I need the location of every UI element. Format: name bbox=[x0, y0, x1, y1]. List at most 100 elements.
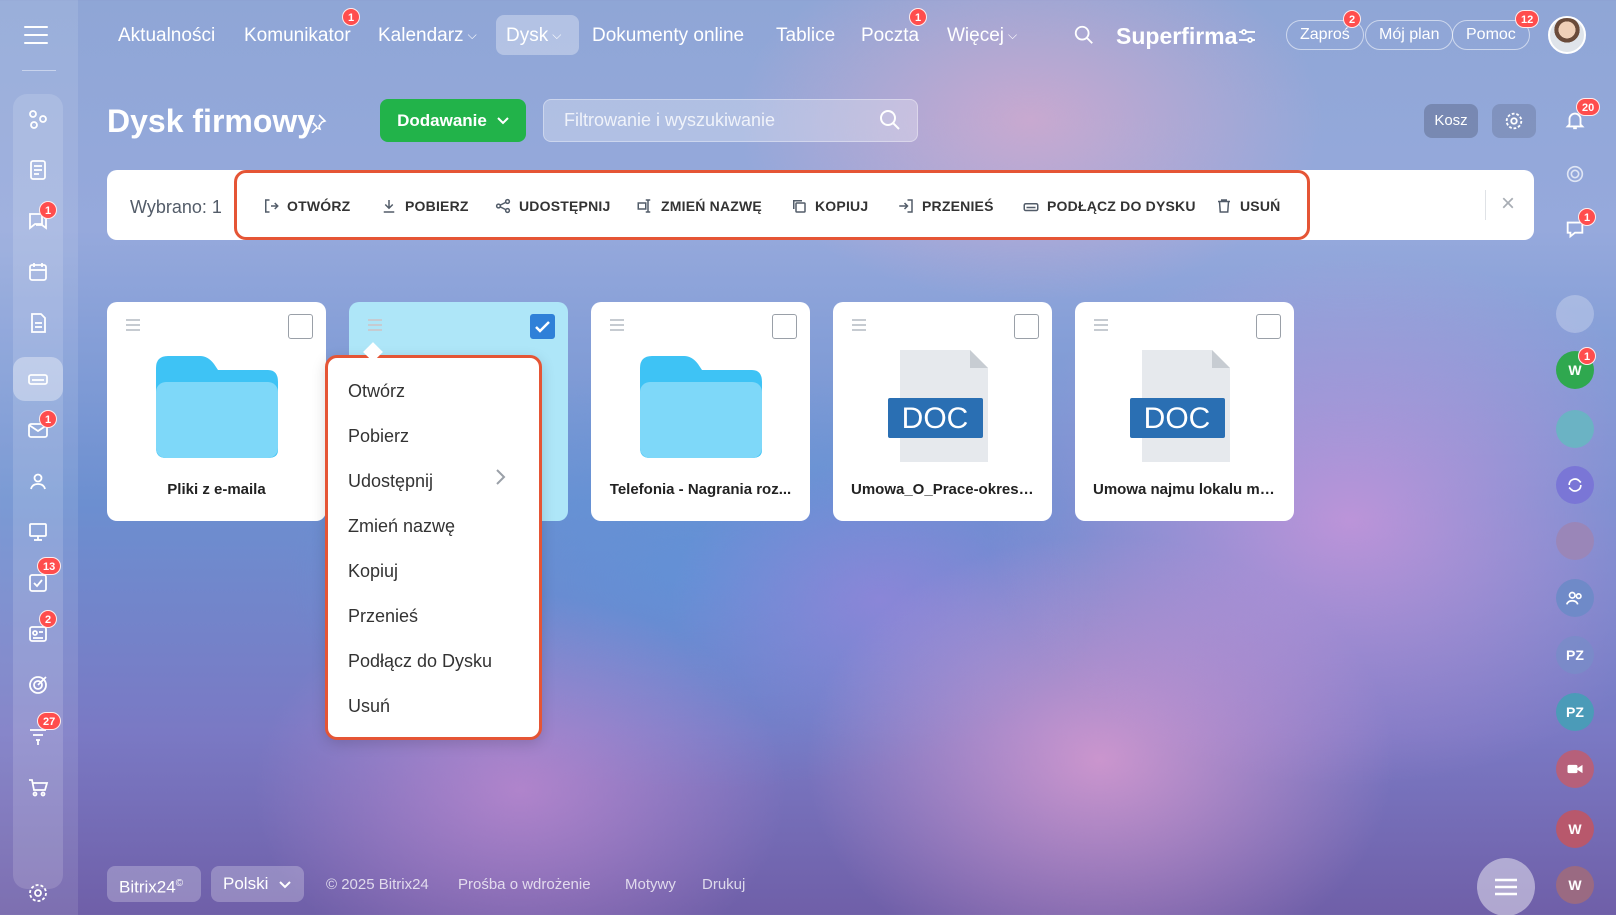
right-item-faded[interactable] bbox=[1556, 295, 1594, 333]
language-select[interactable]: Polski bbox=[211, 866, 304, 902]
tile-checkbox-checked[interactable] bbox=[530, 314, 555, 339]
search-icon[interactable] bbox=[878, 108, 902, 132]
topnav-messenger[interactable]: Komunikator 1 bbox=[244, 8, 361, 50]
trash-button[interactable]: Kosz bbox=[1424, 104, 1478, 138]
users-icon bbox=[30, 473, 46, 490]
menu-item-move[interactable]: Przenieś bbox=[348, 602, 418, 630]
invite-button[interactable]: Zaproś 2 bbox=[1286, 10, 1364, 50]
right-avatar-pz-2[interactable]: PZ bbox=[1556, 693, 1594, 731]
tile-checkbox[interactable] bbox=[1014, 314, 1039, 339]
topnav-boards[interactable]: Tablice bbox=[776, 22, 835, 50]
drag-handle-icon[interactable] bbox=[368, 319, 382, 331]
notifications-button[interactable]: 20 bbox=[1556, 98, 1601, 139]
right-avatar-pz[interactable]: PZ bbox=[1556, 636, 1594, 674]
file-name[interactable]: Umowa najmu lokalu mi... bbox=[1075, 481, 1294, 498]
footer-copyright: © 2025 Bitrix24 bbox=[326, 876, 429, 893]
right-avatar-landscape[interactable] bbox=[1556, 522, 1594, 560]
sidebar-item-calendar[interactable] bbox=[13, 250, 63, 294]
file-name[interactable]: Umowa_O_Prace-okres-p... bbox=[833, 481, 1052, 498]
sidebar-item-chat[interactable]: 1 bbox=[13, 199, 63, 243]
footer-link-print[interactable]: Drukuj bbox=[702, 876, 745, 893]
pin-icon[interactable] bbox=[307, 113, 327, 133]
tile-checkbox[interactable] bbox=[288, 314, 313, 339]
file-tile[interactable]: DOC Umowa_O_Prace-okres-p... bbox=[833, 302, 1052, 521]
mail-badge: 1 bbox=[39, 410, 58, 428]
right-item-sync[interactable] bbox=[1556, 466, 1594, 504]
topnav-calendar[interactable]: Kalendarz ⌵ bbox=[378, 22, 477, 50]
topnav-more[interactable]: Więcej ⌵ bbox=[947, 22, 1017, 50]
my-plan-button[interactable]: Mój plan bbox=[1365, 20, 1454, 50]
floating-chat-button[interactable] bbox=[1477, 858, 1535, 915]
menu-item-rename[interactable]: Zmień nazwę bbox=[348, 512, 455, 540]
company-name[interactable]: Superfirma bbox=[1116, 18, 1237, 54]
right-item-chats[interactable]: 1 bbox=[1556, 208, 1597, 248]
sidebar-item-news[interactable] bbox=[13, 148, 63, 192]
sidebar-item-tasks[interactable]: 13 bbox=[13, 557, 63, 605]
topnav-online-docs[interactable]: Dokumenty online bbox=[592, 22, 744, 50]
tile-checkbox[interactable] bbox=[1256, 314, 1281, 339]
sidebar-item-shop[interactable] bbox=[13, 765, 63, 809]
tile-checkbox[interactable] bbox=[772, 314, 797, 339]
footer-brand-button[interactable]: Bitrix24© bbox=[107, 866, 201, 902]
filter-search-input[interactable]: Filtrowanie i wyszukiwanie bbox=[543, 99, 918, 142]
action-connect-drive[interactable]: PODŁĄCZ DO DYSKU bbox=[1022, 196, 1196, 216]
file-tile[interactable]: DOC Umowa najmu lokalu mi... bbox=[1075, 302, 1294, 521]
right-item-video[interactable] bbox=[1556, 750, 1594, 788]
footer-link-themes[interactable]: Motywy bbox=[625, 876, 676, 893]
tune-icon[interactable] bbox=[1238, 28, 1256, 44]
copy-icon bbox=[793, 200, 806, 213]
action-move[interactable]: PRZENIEŚ bbox=[897, 196, 994, 216]
menu-item-delete[interactable]: Usuń bbox=[348, 692, 390, 720]
drag-handle-icon[interactable] bbox=[126, 319, 140, 331]
action-delete[interactable]: USUŃ bbox=[1215, 196, 1280, 216]
menu-item-open[interactable]: Otwórz bbox=[348, 377, 405, 405]
action-copy[interactable]: KOPIUJ bbox=[790, 196, 868, 216]
action-rename[interactable]: ZMIEŃ NAZWĘ bbox=[636, 196, 762, 216]
right-item-target[interactable] bbox=[1556, 155, 1594, 193]
action-download[interactable]: POBIERZ bbox=[380, 196, 469, 216]
topnav-drive[interactable]: Dysk ⌵ bbox=[506, 22, 561, 50]
search-icon[interactable] bbox=[1073, 24, 1095, 46]
sidebar-item-drive[interactable] bbox=[13, 357, 63, 401]
action-open[interactable]: OTWÓRZ bbox=[262, 196, 350, 216]
sidebar-item-feed[interactable] bbox=[13, 97, 63, 141]
sidebar-item-projects[interactable] bbox=[13, 510, 63, 554]
user-avatar[interactable] bbox=[1548, 16, 1586, 54]
action-open-label: OTWÓRZ bbox=[287, 198, 351, 214]
drag-handle-icon[interactable] bbox=[852, 319, 866, 331]
right-avatar-photo[interactable] bbox=[1556, 410, 1594, 448]
file-name[interactable]: Telefonia - Nagrania roz... bbox=[591, 481, 810, 498]
menu-burger-icon[interactable] bbox=[24, 26, 48, 46]
menu-item-share[interactable]: Udostępnij bbox=[348, 467, 433, 495]
file-name[interactable]: Pliki z e-maila bbox=[107, 481, 326, 498]
add-button[interactable]: Dodawanie bbox=[380, 99, 526, 142]
sidebar-item-marketing[interactable] bbox=[13, 663, 63, 707]
close-icon[interactable]: × bbox=[1497, 192, 1519, 216]
menu-item-connect-drive[interactable]: Podłącz do Dysku bbox=[348, 647, 492, 675]
topnav-mail[interactable]: Poczta 1 bbox=[861, 8, 928, 50]
menu-item-copy[interactable]: Kopiuj bbox=[348, 557, 398, 585]
help-button[interactable]: Pomoc 12 bbox=[1452, 10, 1540, 50]
right-avatar-w-2[interactable]: W bbox=[1556, 810, 1594, 848]
menu-item-download[interactable]: Pobierz bbox=[348, 422, 409, 450]
list-icon bbox=[1495, 878, 1517, 896]
sidebar-item-crm[interactable]: 2 bbox=[13, 610, 63, 656]
topnav-feed[interactable]: Aktualności bbox=[118, 22, 215, 50]
drag-handle-icon[interactable] bbox=[610, 319, 624, 331]
sidebar-item-sales[interactable]: 27 bbox=[13, 712, 63, 758]
settings-button[interactable] bbox=[1492, 104, 1536, 138]
drag-handle-icon[interactable] bbox=[1094, 319, 1108, 331]
right-avatar-w-3[interactable]: W bbox=[1556, 866, 1594, 904]
right-item-group[interactable] bbox=[1556, 579, 1594, 617]
topnav-mail-label: Poczta bbox=[861, 25, 920, 46]
file-tile[interactable]: Pliki z e-maila bbox=[107, 302, 326, 521]
right-avatar-w[interactable]: W 1 bbox=[1556, 347, 1597, 389]
action-share[interactable]: UDOSTĘPNIJ bbox=[494, 196, 610, 216]
sidebar-item-employees[interactable] bbox=[13, 459, 63, 503]
sidebar-item-settings[interactable] bbox=[13, 871, 63, 915]
checkmark-icon bbox=[534, 320, 550, 333]
file-tile[interactable]: Telefonia - Nagrania roz... bbox=[591, 302, 810, 521]
sidebar-item-mail[interactable]: 1 bbox=[13, 408, 63, 452]
sidebar-item-documents[interactable] bbox=[13, 301, 63, 345]
footer-link-implementation[interactable]: Prośba o wdrożenie bbox=[458, 876, 591, 893]
